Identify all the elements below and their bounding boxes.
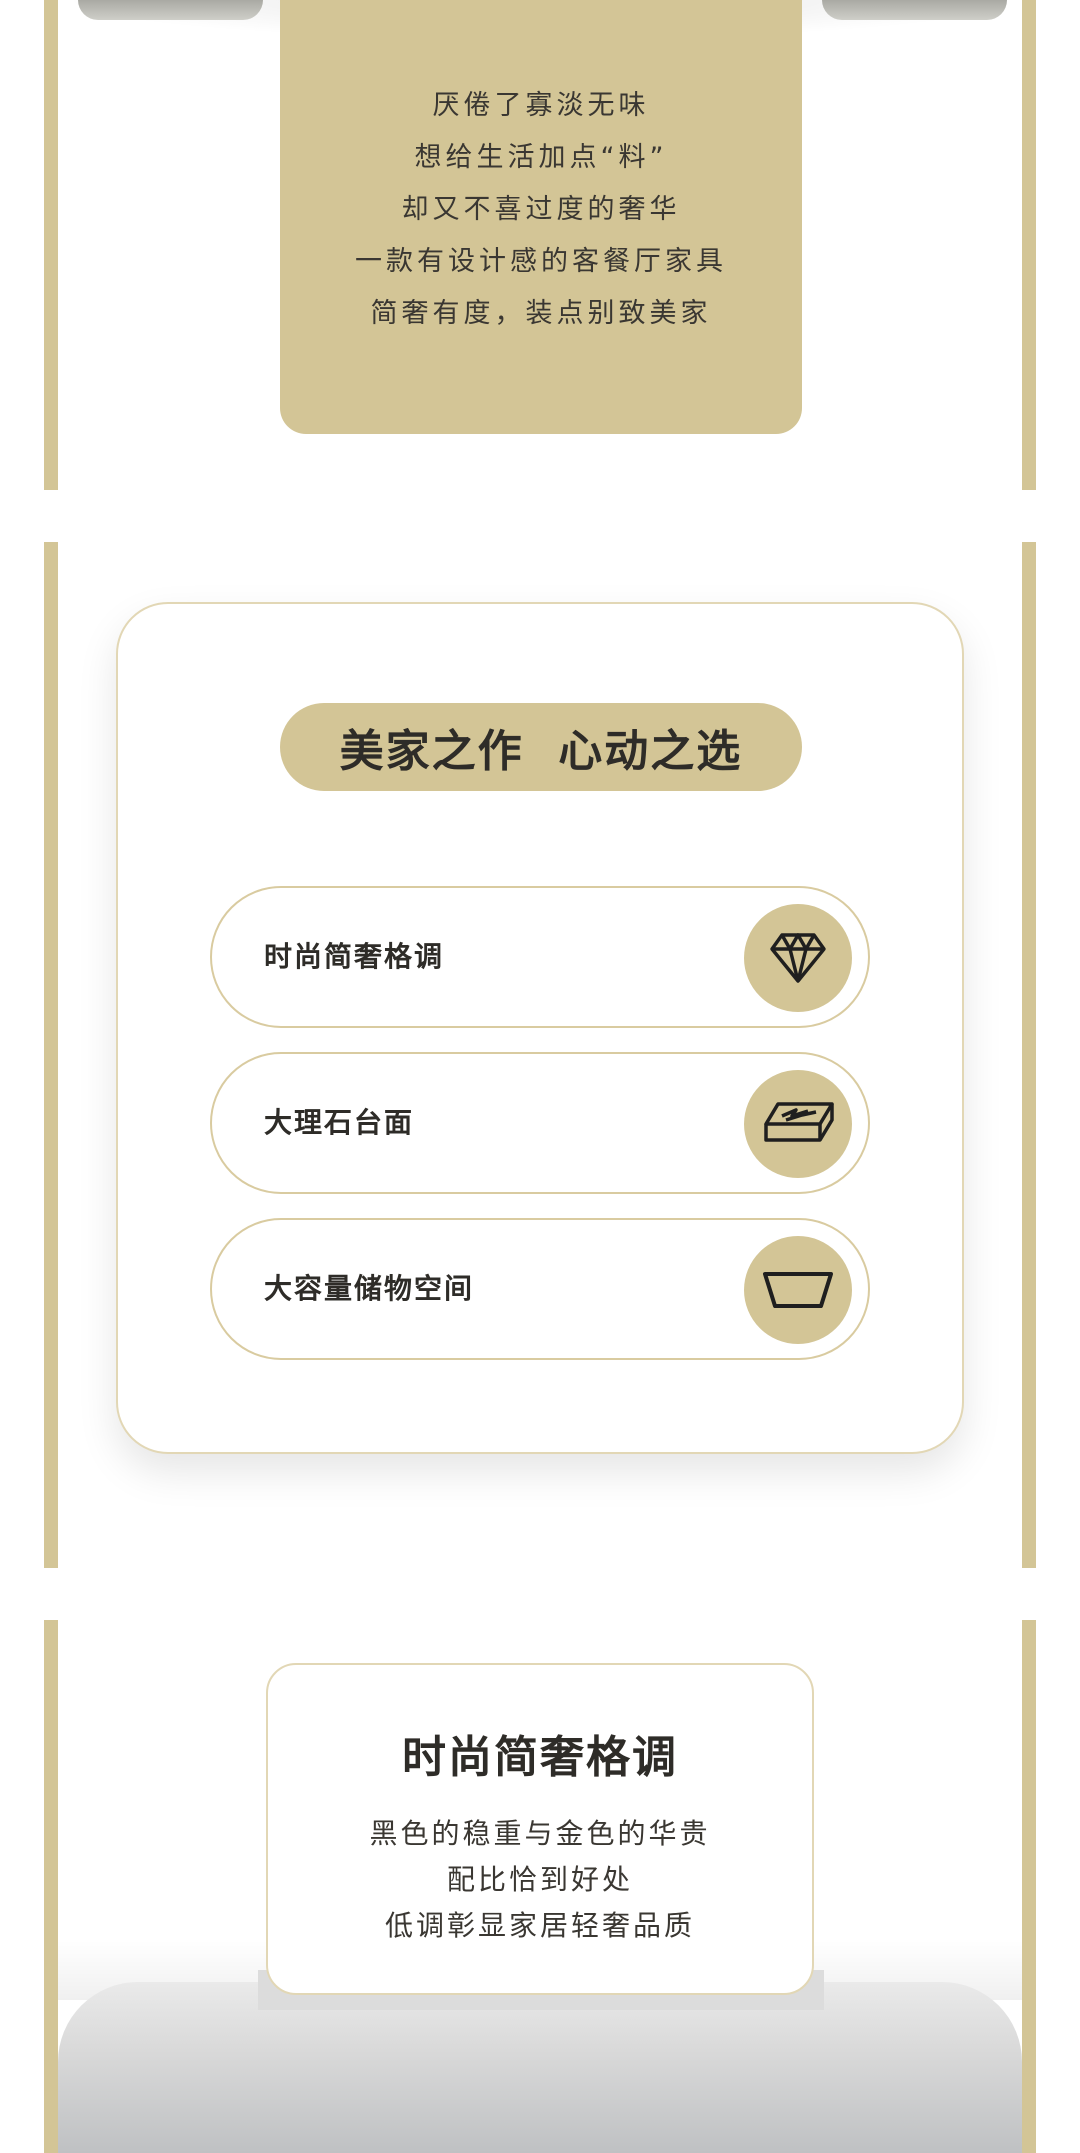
right-rail-3: [1022, 1620, 1036, 2153]
feature-title-pill: 美家之作 心动之选: [280, 703, 802, 791]
feature-title: 美家之作 心动之选: [339, 726, 743, 777]
feature-item-label: 大容量储物空间: [264, 1272, 475, 1305]
right-rail-1: [1022, 0, 1036, 490]
diamond-icon: [744, 904, 852, 1012]
detail-line: 黑色的稳重与金色的华贵: [369, 1817, 711, 1850]
top-photo-left: [78, 0, 263, 20]
intro-line: 想给生活加点“料”: [414, 142, 668, 173]
detail-line: 低调彰显家居轻奢品质: [384, 1909, 695, 1942]
feature-item-label: 大理石台面: [264, 1106, 415, 1139]
intro-card: 厌倦了寡淡无味 想给生活加点“料” 却又不喜过度的奢华 一款有设计感的客餐厅家具…: [280, 0, 802, 434]
feature-item-storage[interactable]: 大容量储物空间: [210, 1218, 870, 1360]
left-rail-1: [44, 0, 58, 490]
detail-card: 时尚简奢格调 黑色的稳重与金色的华贵 配比恰到好处 低调彰显家居轻奢品质: [266, 1663, 814, 1995]
detail-title: 时尚简奢格调: [402, 1732, 678, 1783]
product-detail-page: 厌倦了寡淡无味 想给生活加点“料” 却又不喜过度的奢华 一款有设计感的客餐厅家具…: [0, 0, 1080, 2153]
top-photo-right: [822, 0, 1007, 20]
detail-text: 黑色的稳重与金色的华贵 配比恰到好处 低调彰显家居轻奢品质: [268, 1811, 812, 1949]
feature-item-label: 时尚简奢格调: [264, 940, 445, 973]
left-rail-2: [44, 542, 58, 1568]
left-rail-3: [44, 1620, 58, 2153]
intro-line: 一款有设计感的客餐厅家具: [355, 246, 727, 277]
storage-bin-icon: [744, 1236, 852, 1344]
intro-line: 简奢有度，装点别致美家: [370, 298, 712, 329]
right-rail-2: [1022, 542, 1036, 1568]
feature-item-marble[interactable]: 大理石台面: [210, 1052, 870, 1194]
intro-text: 厌倦了寡淡无味 想给生活加点“料” 却又不喜过度的奢华 一款有设计感的客餐厅家具…: [280, 80, 802, 340]
marble-slab-icon: [744, 1070, 852, 1178]
intro-line: 厌倦了寡淡无味: [432, 90, 650, 121]
detail-line: 配比恰到好处: [446, 1863, 633, 1896]
feature-item-style[interactable]: 时尚简奢格调: [210, 886, 870, 1028]
intro-line: 却又不喜过度的奢华: [401, 194, 681, 225]
